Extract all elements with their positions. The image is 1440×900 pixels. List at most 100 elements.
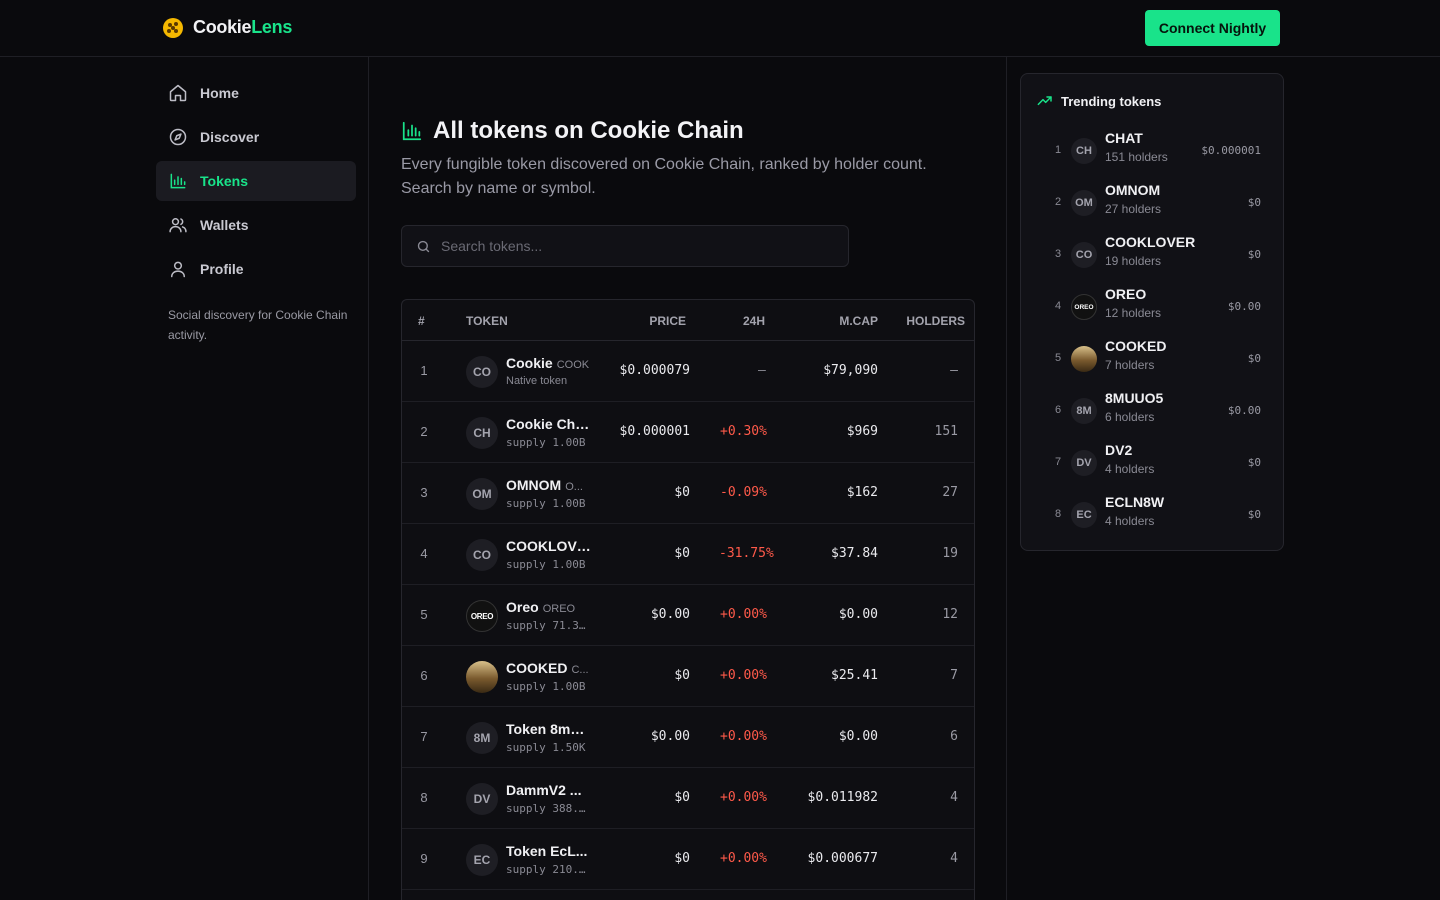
- token-mcap: $0.00: [838, 607, 878, 622]
- column-rank[interactable]: #: [418, 314, 425, 328]
- table-row[interactable]: 8 DV DammV2 ... supply 388... $0 +0.00% …: [402, 768, 974, 829]
- token-change: +0.00%: [720, 607, 767, 622]
- token-avatar: CO: [1071, 242, 1097, 268]
- trending-holders: 7 holders: [1105, 358, 1155, 372]
- token-mcap: $162: [846, 485, 878, 500]
- table-row[interactable]: 3 OM OMNOM O... supply 1.00B $0 -0.09% $1…: [402, 463, 974, 524]
- token-change: +0.30%: [720, 424, 767, 439]
- sidebar-item-label: Tokens: [200, 173, 248, 189]
- trending-price: $0: [1247, 248, 1261, 261]
- token-price: $0.000001: [619, 424, 690, 439]
- token-name[interactable]: Token EcL...: [506, 843, 592, 859]
- token-name[interactable]: Cookie Cha...: [506, 416, 592, 432]
- trending-symbol: CHAT: [1105, 130, 1143, 146]
- trending-holders: 151 holders: [1105, 150, 1168, 164]
- token-change: +0.00%: [720, 851, 767, 866]
- token-holders: 12: [942, 607, 958, 622]
- trending-symbol: 8MUUO5: [1105, 390, 1164, 406]
- tokens-table: # Token Price 24h M.Cap Holders 1 CO Coo…: [401, 299, 975, 900]
- sidebar-item-home[interactable]: Home: [156, 73, 356, 113]
- sidebar-item-discover[interactable]: Discover: [156, 117, 356, 157]
- trending-symbol: ECLN8W: [1105, 494, 1165, 510]
- trending-holders: 4 holders: [1105, 514, 1155, 528]
- token-subtitle: supply 388...: [506, 802, 588, 815]
- sidebar-item-profile[interactable]: Profile: [156, 249, 356, 289]
- trending-item[interactable]: 6 8M 8MUUO5 6 holders $0.00: [1021, 386, 1285, 438]
- token-avatar: CO: [466, 356, 498, 388]
- token-holders: 151: [934, 424, 958, 439]
- trending-price: $0: [1247, 352, 1261, 365]
- token-avatar: OM: [466, 478, 498, 510]
- column-token[interactable]: Token: [466, 314, 508, 328]
- table-row[interactable]: 5 OREO OreoOREO supply 71.3... $0.00 +0.…: [402, 585, 974, 646]
- token-name[interactable]: OMNOM O...: [506, 477, 592, 493]
- token-price: $0: [674, 851, 690, 866]
- search-icon: [417, 240, 430, 252]
- token-price: $0: [674, 668, 690, 683]
- trending-item[interactable]: 3 CO COOKLOVER 19 holders $0: [1021, 230, 1285, 282]
- table-row[interactable]: 7 8M Token 8mU... supply 1.50K $0.00 +0.…: [402, 707, 974, 768]
- column-mcap[interactable]: M.Cap: [839, 314, 878, 328]
- token-subtitle: supply 1.00B: [506, 680, 586, 693]
- row-rank: 4: [420, 546, 428, 561]
- token-name[interactable]: Oreo OREO: [506, 599, 592, 615]
- token-avatar: OM: [1071, 190, 1097, 216]
- token-name[interactable]: DammV2 ...: [506, 782, 592, 798]
- token-change: +0.00%: [720, 790, 767, 805]
- search-input[interactable]: [441, 238, 821, 254]
- trending-up-icon: [1037, 96, 1052, 106]
- token-subtitle: supply 71.3...: [506, 619, 588, 632]
- table-row[interactable]: 6 COOKED C... supply 1.00B $0 +0.00% $25.…: [402, 646, 974, 707]
- oreo-token-logo: OREO: [1071, 294, 1097, 320]
- token-name[interactable]: Cookie COOK: [506, 355, 592, 371]
- token-change: -0.09%: [720, 485, 767, 500]
- token-price: $0: [674, 546, 690, 561]
- top-bar: CookieLens Connect Nightly: [0, 0, 1440, 57]
- trending-item[interactable]: 7 DV DV2 4 holders $0: [1021, 438, 1285, 490]
- token-price: $0.000079: [619, 363, 690, 378]
- trending-symbol: DV2: [1105, 442, 1133, 458]
- trending-holders: 4 holders: [1105, 462, 1155, 476]
- table-row[interactable]: 9 EC Token EcL... supply 210... $0 +0.00…: [402, 829, 974, 890]
- token-avatar: 8M: [1071, 398, 1097, 424]
- trending-holders: 12 holders: [1105, 306, 1162, 320]
- search-box[interactable]: [401, 225, 849, 267]
- token-price: $0.00: [650, 729, 690, 744]
- token-mcap: $79,090: [823, 363, 878, 378]
- trending-symbol: COOKLOVER: [1105, 234, 1196, 250]
- trending-item[interactable]: 4 OREO OREO 12 holders $0.00: [1021, 282, 1285, 334]
- trending-item[interactable]: 2 OM OMNOM 27 holders $0: [1021, 178, 1285, 230]
- table-row[interactable]: 2 CH Cookie Cha... supply 1.00B $0.00000…: [402, 402, 974, 463]
- trending-item[interactable]: 1 CH CHAT 151 holders $0.000001: [1021, 126, 1285, 178]
- column-price[interactable]: Price: [649, 314, 686, 328]
- token-mcap: $37.84: [831, 546, 878, 561]
- token-price: $0: [674, 485, 690, 500]
- connect-wallet-button[interactable]: Connect Nightly: [1145, 10, 1280, 46]
- compass-icon: [169, 128, 187, 146]
- token-change: +0.00%: [720, 729, 767, 744]
- row-rank: 2: [420, 424, 428, 439]
- token-name[interactable]: COOKLOVE...: [506, 538, 592, 554]
- token-name[interactable]: Token 8mU...: [506, 721, 592, 737]
- main-content: All tokens on Cookie Chain Every fungibl…: [369, 57, 1007, 900]
- trending-item[interactable]: 8 EC ECLN8W 4 holders $0: [1021, 490, 1285, 542]
- token-avatar: CH: [466, 417, 498, 449]
- brand-logo[interactable]: CookieLens: [163, 17, 292, 38]
- trending-item[interactable]: 5 COOKED 7 holders $0: [1021, 334, 1285, 386]
- sidebar-item-tokens[interactable]: Tokens: [156, 161, 356, 201]
- column-24h[interactable]: 24h: [743, 314, 765, 328]
- table-row[interactable]: 4 CO COOKLOVE... supply 1.00B $0 -31.75%…: [402, 524, 974, 585]
- page-title: All tokens on Cookie Chain: [401, 117, 744, 145]
- token-avatar: CH: [1071, 138, 1097, 164]
- column-holders[interactable]: Holders: [906, 314, 965, 328]
- token-change: -31.75%: [719, 546, 774, 561]
- row-rank: 7: [420, 729, 428, 744]
- sidebar-item-label: Home: [200, 85, 239, 101]
- sidebar-item-wallets[interactable]: Wallets: [156, 205, 356, 245]
- trending-tokens-panel: Trending tokens 1 CH CHAT 151 holders $0…: [1020, 73, 1284, 551]
- token-name[interactable]: COOKED C...: [506, 660, 592, 676]
- bar-chart-icon: [402, 121, 422, 141]
- table-row[interactable]: 1 CO Cookie COOK Native token $0.000079 –…: [402, 341, 974, 402]
- trending-holders: 27 holders: [1105, 202, 1162, 216]
- sidebar-tagline: Social discovery for Cookie Chain activi…: [168, 308, 348, 342]
